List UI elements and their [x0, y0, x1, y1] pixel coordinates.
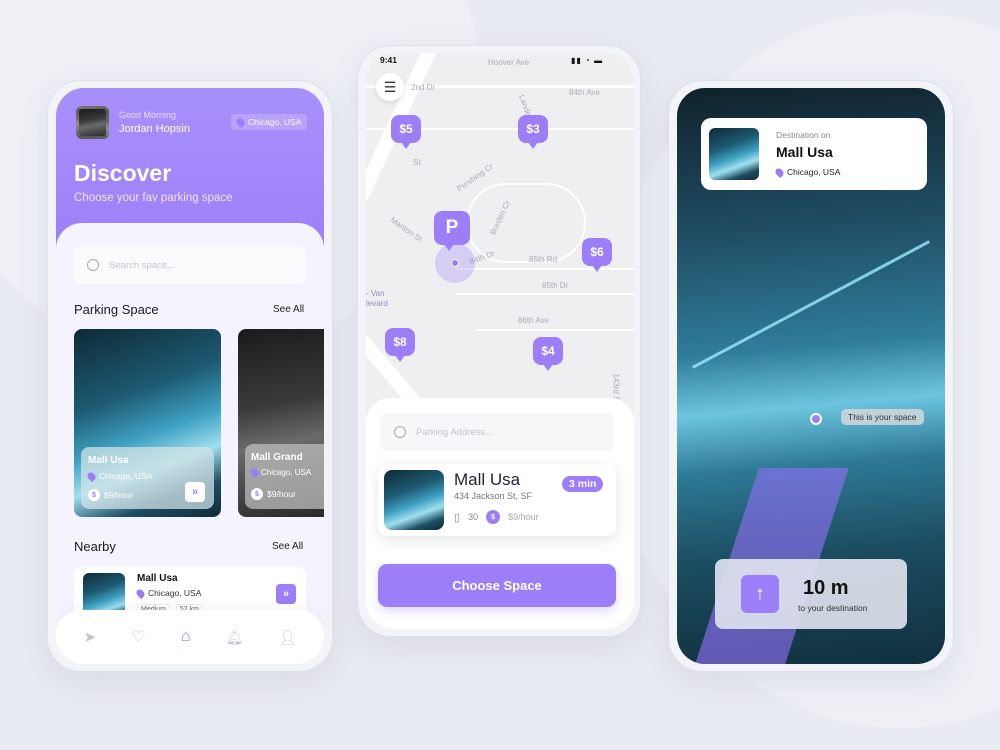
home-icon[interactable]: ⌂: [181, 628, 191, 646]
choose-space-button[interactable]: Choose Space: [378, 564, 616, 607]
result-card[interactable]: Mall Usa 434 Jackson St, SF 3 min ▯ 30 $…: [378, 464, 616, 536]
chevrons-right-icon[interactable]: »: [185, 482, 205, 502]
discover-screen: Good Morning Jordan Hopsin Chicago, USA …: [56, 88, 324, 664]
destination-location: Chicago, USA: [787, 167, 841, 177]
card-price: $9/hour: [104, 490, 133, 500]
card-location: Chicago, USA: [261, 468, 312, 477]
price-marker[interactable]: $5: [391, 115, 421, 149]
card-overlay: Mall Usa Chicago, USA $ $9/hour »: [81, 447, 214, 509]
street-label: Lande: [517, 93, 534, 118]
price-marker[interactable]: $4: [533, 337, 563, 371]
street-label: Hoover Ave: [488, 58, 530, 67]
street-label: Manton St: [388, 215, 424, 244]
navigation-screen: Destination on Mall Usa Chicago, USA Thi…: [677, 88, 945, 664]
destination-thumbnail: [709, 128, 759, 180]
destination-card: Destination on Mall Usa Chicago, USA: [701, 118, 927, 190]
pin-icon: [773, 166, 786, 178]
parking-marker[interactable]: P: [434, 211, 470, 251]
location-chip[interactable]: Chicago, USA: [231, 114, 308, 130]
status-time: 9:41: [380, 55, 398, 65]
card-name: Mall Grand: [251, 452, 303, 463]
send-icon[interactable]: ➤: [84, 628, 97, 646]
see-all-parking[interactable]: See All: [273, 304, 304, 315]
map-screen: 9:41 ▮▮ ◔ ▬ Hoover Ave 2nd Dr 84th Ave L…: [366, 53, 634, 629]
street-label: 85th Rd: [529, 255, 558, 264]
road: [476, 329, 634, 331]
dollar-icon: $: [251, 488, 263, 500]
street-label: 84th Ave: [569, 88, 600, 97]
dollar-icon: $: [486, 510, 501, 524]
street-label: - Van: [366, 289, 385, 298]
result-address: 434 Jackson St, SF: [454, 491, 533, 501]
nearby-section-title: Nearby: [74, 539, 116, 554]
dollar-icon: $: [88, 489, 100, 501]
pin-icon: [85, 470, 98, 482]
street-label: St: [413, 158, 421, 167]
phone-navigation: Destination on Mall Usa Chicago, USA Thi…: [668, 80, 954, 672]
page-title: Discover: [74, 160, 172, 186]
bottom-nav: ➤ ♡ ⌂ 🔔︎ 👤︎: [56, 610, 324, 664]
result-thumbnail: [384, 470, 444, 530]
nearby-name: Mall Usa: [137, 573, 178, 584]
card-overlay: Mall Grand Chicago, USA $ $9/hour: [245, 444, 324, 509]
parking-section-title: Parking Space: [74, 302, 159, 317]
price-marker[interactable]: $6: [582, 238, 612, 272]
price-marker[interactable]: $3: [518, 115, 548, 149]
location-text: Chicago, USA: [248, 117, 302, 127]
search-input[interactable]: Search space...: [74, 246, 306, 284]
heart-icon[interactable]: ♡: [131, 627, 145, 647]
price-marker[interactable]: $8: [385, 328, 415, 362]
see-all-nearby[interactable]: See All: [272, 541, 303, 552]
street-label: 85th Dr: [542, 281, 569, 290]
result-price: $9/hour: [508, 512, 539, 522]
street-label: 2nd Dr: [411, 83, 436, 92]
car-icon: ▯: [454, 511, 461, 524]
search-icon: [87, 259, 99, 271]
search-placeholder: Parking Address...: [416, 426, 494, 438]
road: [456, 293, 634, 295]
chevrons-right-icon[interactable]: »: [276, 584, 296, 604]
status-icons: ▮▮ ◔ ▬: [571, 56, 604, 65]
address-search-input[interactable]: Parking Address...: [380, 413, 614, 451]
avatar[interactable]: [76, 106, 109, 139]
nearby-location: Chicago, USA: [148, 588, 202, 598]
subtitle: Choose your fav parking space: [74, 192, 233, 204]
pin-icon: [134, 587, 147, 599]
bell-icon[interactable]: 🔔︎: [226, 629, 244, 646]
card-name: Mall Usa: [88, 455, 129, 466]
destination-label: Destination on: [776, 130, 831, 140]
search-placeholder: Search space...: [109, 259, 176, 271]
pin-icon: [248, 466, 261, 479]
current-location-dot: [451, 259, 459, 267]
eta-badge: 3 min: [562, 476, 604, 492]
distance-value: 10 m: [803, 577, 849, 599]
result-name: Mall Usa: [454, 470, 521, 489]
destination-name: Mall Usa: [776, 144, 833, 160]
phone-map: 9:41 ▮▮ ◔ ▬ Hoover Ave 2nd Dr 84th Ave L…: [357, 45, 641, 637]
search-icon: [394, 426, 406, 438]
road: [456, 268, 634, 270]
greeting: Good Morning: [119, 110, 177, 120]
spots-count: 30: [468, 512, 479, 522]
card-location: Chicago, USA: [99, 471, 153, 481]
ceiling-light: [691, 240, 931, 369]
parking-card-mall-grand[interactable]: Mall Grand Chicago, USA $ $9/hour: [238, 329, 324, 517]
phone-discover: Good Morning Jordan Hopsin Chicago, USA …: [47, 80, 333, 672]
space-label: This is your space: [841, 409, 924, 425]
card-price: $9/hour: [267, 489, 296, 499]
distance-card: ↑ 10 m to your destination: [715, 559, 907, 629]
pin-icon: [234, 116, 247, 128]
space-marker[interactable]: [810, 413, 822, 425]
user-icon[interactable]: 👤︎: [279, 629, 297, 646]
user-name: Jordan Hopsin: [119, 123, 190, 135]
bottom-sheet: Parking Address... Mall Usa 434 Jackson …: [366, 398, 634, 629]
street-label: levard: [366, 299, 388, 308]
distance-label: to your destination: [798, 603, 868, 613]
arrow-up-icon: ↑: [741, 575, 779, 613]
street-label: 86th Ave: [518, 316, 549, 325]
menu-icon[interactable]: ☰: [376, 73, 404, 101]
parking-card-mall-usa[interactable]: Mall Usa Chicago, USA $ $9/hour »: [74, 329, 221, 517]
